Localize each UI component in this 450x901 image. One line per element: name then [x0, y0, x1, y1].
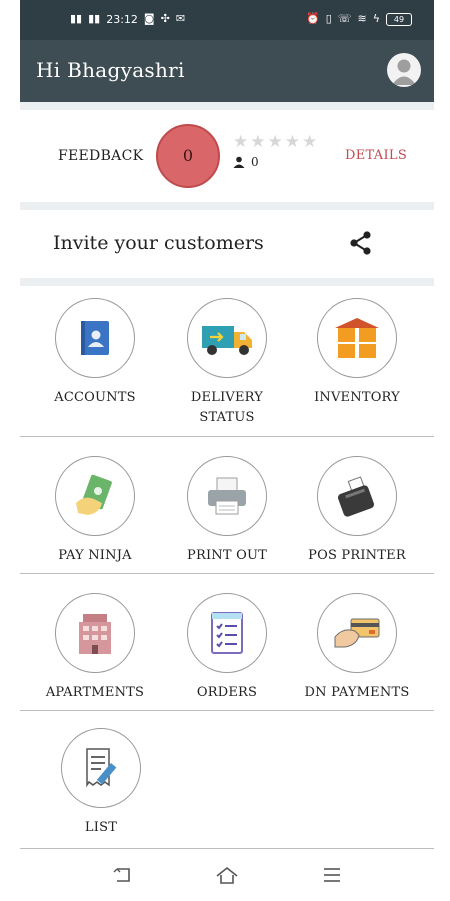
divider — [20, 202, 434, 210]
signal-icon: ▮▮ — [88, 12, 101, 25]
star-icon: ★ — [302, 132, 318, 152]
inventory-tile[interactable]: INVENTORY — [292, 298, 422, 408]
inventory-boxes-icon — [335, 318, 379, 358]
wifi-icon: ≋ — [357, 12, 367, 25]
user-avatar-icon[interactable] — [387, 53, 421, 87]
invite-text: Invite your customers — [53, 232, 264, 254]
pos-printer-label: POS PRINTER — [308, 548, 406, 563]
print-out-tile[interactable]: PRINT OUT — [162, 456, 292, 566]
dn-payments-label: DN PAYMENTS — [304, 685, 410, 700]
pay-ninja-label: PAY NINJA — [58, 548, 132, 563]
delivery-status-tile[interactable]: DELIVERY STATUS — [162, 298, 292, 428]
accounts-label: ACCOUNTS — [54, 390, 136, 405]
star-rating: ★ ★ ★ ★ ★ — [233, 132, 317, 152]
accounts-book-icon — [81, 321, 109, 355]
delivery-label-line1: DELIVERY — [190, 390, 264, 405]
grid-row: PAY NINJA PRINT OUT POS PRINTER — [20, 436, 434, 574]
delivery-label-line2: STATUS — [199, 410, 255, 425]
divider — [20, 278, 434, 286]
apartments-tile[interactable]: APARTMENTS — [30, 593, 160, 703]
pos-printer-tile[interactable]: POS PRINTER — [292, 456, 422, 566]
system-nav-bar — [20, 848, 434, 901]
signal-icon: ▮▮ — [70, 12, 83, 25]
app-bar: Hi Bhagyashri — [20, 40, 434, 102]
card-payment-icon — [334, 618, 380, 648]
battery-indicator: 49 — [386, 12, 412, 26]
gmail-icon: ✉ — [175, 12, 186, 25]
list-receipt-icon — [86, 748, 117, 788]
grid-row: APARTMENTS ORDERS DN PAYMENTS — [20, 573, 434, 711]
grid-row: ACCOUNTS DELIVERY STATUS INVENTORY — [20, 290, 434, 437]
star-icon: ★ — [267, 132, 283, 152]
status-bar: ▮▮ ▮▮ 23:12 ◙ ✣ ✉ ⏰ ▯ ☏ ≋ ϟ 49 — [20, 0, 434, 40]
charging-icon: ϟ — [372, 12, 380, 25]
alarm-icon: ⏰ — [305, 12, 320, 25]
list-label: LIST — [84, 820, 118, 835]
star-icon: ★ — [250, 132, 266, 152]
back-icon[interactable] — [108, 861, 136, 889]
feedback-label: FEEDBACK — [58, 148, 144, 164]
menu-icon[interactable] — [318, 861, 346, 889]
reviewer-count: 0 — [233, 155, 259, 169]
print-out-label: PRINT OUT — [187, 548, 267, 563]
pay-ninja-tile[interactable]: PAY NINJA — [30, 456, 160, 566]
details-link[interactable]: DETAILS — [345, 148, 407, 163]
accounts-tile[interactable]: ACCOUNTS — [30, 298, 160, 408]
share-icon[interactable] — [346, 228, 376, 258]
pay-cash-icon — [76, 474, 112, 515]
star-icon: ★ — [284, 132, 300, 152]
status-time: 23:12 — [106, 12, 138, 26]
orders-label: ORDERS — [196, 685, 258, 700]
list-tile[interactable]: LIST — [36, 728, 166, 838]
volte-icon: ☏ — [337, 12, 352, 25]
greeting-title: Hi Bhagyashri — [36, 58, 185, 82]
pos-printer-icon — [337, 476, 375, 517]
apartment-building-icon — [79, 614, 111, 654]
grid-row: LIST — [20, 710, 434, 849]
invite-section[interactable]: Invite your customers — [20, 210, 434, 278]
reviewer-count-value: 0 — [251, 155, 259, 169]
whatsapp-icon: ◙ — [143, 12, 155, 25]
feedback-section: FEEDBACK 0 ★ ★ ★ ★ ★ 0 DETAILS — [20, 110, 434, 202]
home-icon[interactable] — [213, 861, 241, 889]
delivery-truck-icon — [202, 326, 252, 355]
vibrate-icon: ▯ — [325, 12, 332, 25]
person-icon — [233, 156, 245, 168]
orders-checklist-icon — [211, 612, 243, 654]
orders-tile[interactable]: ORDERS — [162, 593, 292, 703]
dn-payments-tile[interactable]: DN PAYMENTS — [292, 593, 422, 703]
usb-icon: ✣ — [160, 12, 170, 25]
printer-icon — [208, 477, 246, 515]
feedback-score[interactable]: 0 — [156, 124, 220, 188]
apartments-label: APARTMENTS — [45, 685, 145, 700]
divider — [20, 102, 434, 110]
inventory-label: INVENTORY — [314, 390, 400, 405]
star-icon: ★ — [233, 132, 249, 152]
